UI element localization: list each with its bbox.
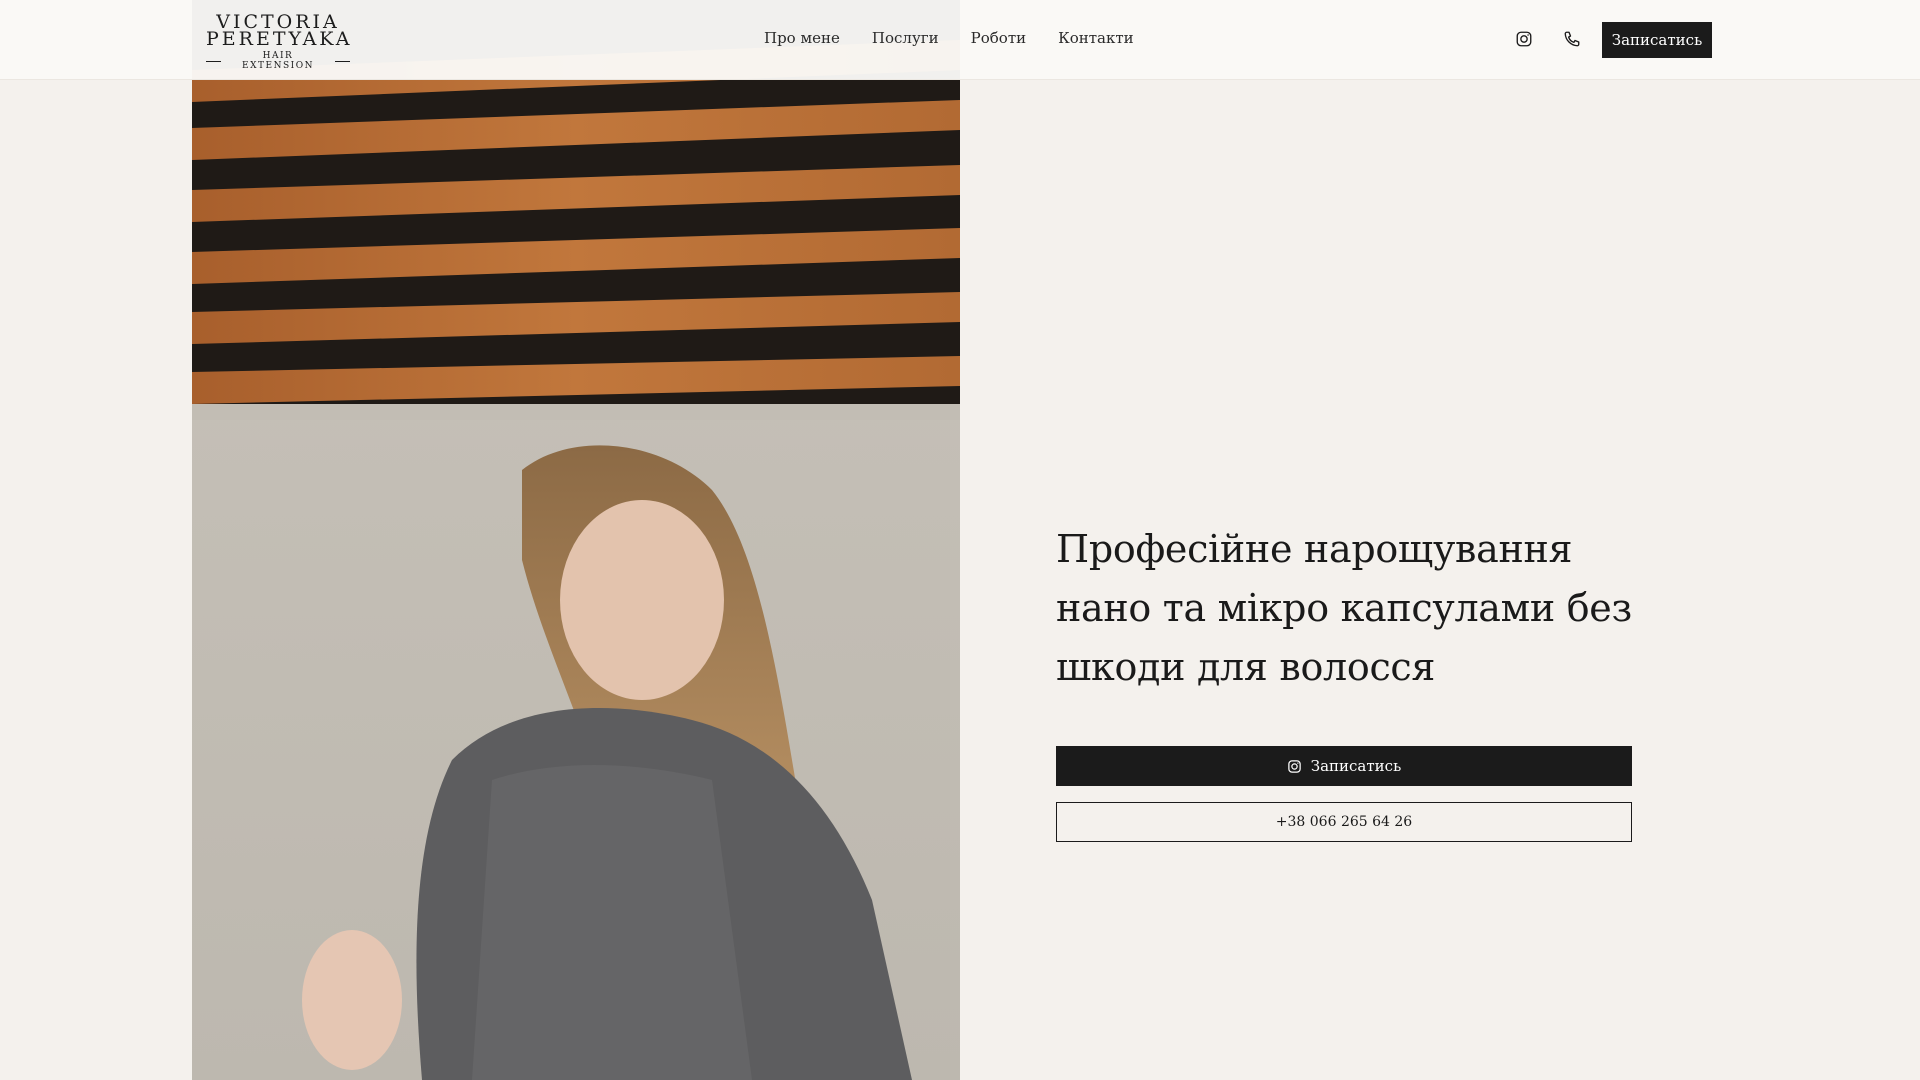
logo-tagline: HAIR EXTENSION	[206, 51, 350, 71]
instagram-icon[interactable]	[1515, 30, 1533, 48]
hero-photo	[192, 0, 960, 1080]
nav-item-services[interactable]: Послуги	[872, 29, 939, 47]
phone-icon[interactable]	[1563, 30, 1581, 48]
nav-item-about[interactable]: Про мене	[764, 29, 840, 47]
nav-item-contacts[interactable]: Контакти	[1058, 29, 1134, 47]
logo-tagline-text: HAIR EXTENSION	[242, 51, 314, 71]
logo-dash-right	[334, 60, 350, 62]
phone-button[interactable]: +38 066 265 64 26	[1056, 802, 1632, 842]
hero-title: Професійне нарощування нано та мікро кап…	[1056, 527, 1632, 689]
nav-item-works[interactable]: Роботи	[971, 29, 1026, 47]
header-book-button[interactable]: Записатись	[1602, 22, 1712, 58]
logo[interactable]: VICTORIA PERETYAKA HAIR EXTENSION	[206, 13, 353, 71]
logo-dash-left	[206, 60, 222, 62]
book-button[interactable]: Записатись	[1056, 746, 1632, 786]
logo-line-2: PERETYAKA	[206, 28, 353, 50]
site-header: VICTORIA PERETYAKA HAIR EXTENSION Про ме…	[0, 0, 1920, 80]
book-button-label: Записатись	[1310, 757, 1402, 775]
instagram-icon	[1287, 759, 1302, 774]
main-nav: Про мене Послуги Роботи Контакти	[764, 29, 1134, 47]
